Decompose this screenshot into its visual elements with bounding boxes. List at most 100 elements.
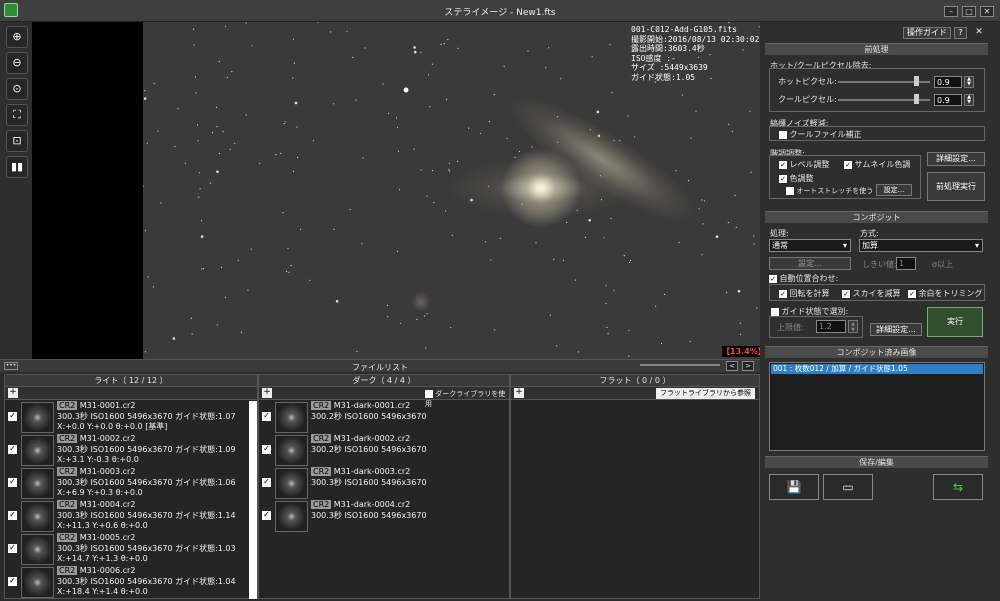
star (433, 201, 435, 204)
file-checkbox[interactable]: ✓ (262, 511, 271, 520)
transfer-icon[interactable]: ⇆ (933, 474, 983, 500)
add-dark-button[interactable]: + (262, 388, 272, 398)
file-text: CR2 M31-0003.cr2 300.3秒 ISO1600 5496x3670… (57, 467, 236, 499)
prev-icon[interactable]: < (726, 361, 738, 371)
compare-icon[interactable]: ▮▮ (6, 156, 28, 178)
flat-library-button[interactable]: フラットライブラリから参照 (656, 388, 755, 399)
file-item[interactable]: ✓ CR2 M31-dark-0002.cr2 300.2秒 ISO1600 549… (259, 434, 509, 467)
star (293, 62, 295, 64)
close-window-icon[interactable]: ✕ (980, 6, 994, 17)
star (749, 110, 751, 112)
file-name: M31-dark-0003.cr2 (333, 467, 411, 476)
star (218, 152, 220, 155)
file-checkbox[interactable]: ✓ (8, 511, 17, 520)
file-item[interactable]: ✓ CR2 M31-dark-0001.cr2 300.2秒 ISO1600 549… (259, 401, 509, 434)
method-select[interactable]: 加算 ▾ (859, 239, 983, 252)
preprocess-run-button[interactable]: 前処理実行 (927, 172, 985, 201)
rotate-checkbox[interactable]: ✓ (779, 289, 787, 298)
star (611, 91, 613, 93)
auto-align-checkbox[interactable]: ✓ (769, 274, 777, 283)
preprocess-title: 前処理 (765, 43, 988, 55)
star (545, 67, 547, 69)
star (750, 171, 752, 173)
cool-pixel-value[interactable]: 0.9 (934, 94, 962, 106)
minimize-icon[interactable]: – (944, 6, 958, 17)
rotate-option[interactable]: ✓ 回転を計算 (779, 288, 830, 299)
cool-spin-icon[interactable]: ▲ ▼ (964, 94, 974, 106)
color-option[interactable]: ✓ 色調整 (779, 173, 814, 184)
file-checkbox[interactable]: ✓ (262, 412, 271, 421)
star (488, 121, 490, 123)
auto-stretch-checkbox[interactable] (786, 187, 794, 195)
star (420, 169, 422, 171)
auto-align-option[interactable]: ✓ 自動位置合わせ: (769, 273, 838, 284)
panel-close-icon[interactable]: ✕ (973, 27, 985, 39)
fit-window-icon[interactable]: ⛶ (6, 104, 28, 126)
star (144, 90, 146, 92)
hot-pixel-thumb[interactable] (914, 76, 919, 86)
upper-value[interactable]: 1.2 (816, 320, 846, 333)
add-light-button[interactable]: + (8, 388, 18, 398)
thumb-size-slider[interactable] (640, 364, 720, 366)
thumb-color-checkbox[interactable]: ✓ (844, 160, 852, 169)
trim-checkbox[interactable]: ✓ (908, 289, 916, 298)
auto-stretch-option[interactable]: オートストレッチを使う (786, 186, 873, 196)
file-item[interactable]: ✓ CR2 M31-0006.cr2 300.3秒 ISO1600 5496x367… (5, 566, 257, 599)
window-icon[interactable]: ▭ (823, 474, 873, 500)
add-flat-button[interactable]: + (514, 388, 524, 398)
star (425, 347, 427, 349)
cool-file-checkbox[interactable] (779, 130, 787, 139)
file-checkbox[interactable]: ✓ (8, 412, 17, 421)
zoom-actual-icon[interactable]: ⊙ (6, 78, 28, 100)
sky-option[interactable]: ✓ スカイを減算 (842, 288, 901, 299)
file-item[interactable]: ✓ CR2 M31-0001.cr2 300.3秒 ISO1600 5496x367… (5, 401, 257, 434)
upper-spin-icon[interactable]: ▲ ▼ (848, 320, 858, 333)
star (197, 140, 199, 142)
color-checkbox[interactable]: ✓ (779, 174, 787, 183)
file-checkbox[interactable]: ✓ (8, 478, 17, 487)
star (413, 46, 416, 49)
guide-select-checkbox[interactable] (771, 307, 779, 316)
composite-detail-button[interactable]: 詳細設定... (870, 323, 922, 336)
composited-item[interactable]: 001 : 枚数012 / 加算 / ガイド状態1.05 (771, 364, 983, 374)
threshold-value[interactable]: 1 (896, 257, 916, 270)
guide-button[interactable]: 操作ガイド (903, 27, 951, 39)
fit-frame-icon[interactable]: ⊡ (6, 130, 28, 152)
tool-bar: ⊕ ⊖ ⊙ ⛶ ⊡ ▮▮ (0, 22, 32, 358)
tone-settings-button[interactable]: 設定... (876, 184, 912, 196)
sky-checkbox[interactable]: ✓ (842, 289, 850, 298)
level-checkbox[interactable]: ✓ (779, 160, 787, 169)
file-item[interactable]: ✓ CR2 M31-0005.cr2 300.3秒 ISO1600 5496x367… (5, 533, 257, 566)
process-select[interactable]: 通常 ▾ (769, 239, 851, 252)
cool-file-option[interactable]: クールファイル補正 (779, 129, 862, 140)
maximize-icon[interactable]: □ (962, 6, 976, 17)
composite-run-button[interactable]: 実行 (927, 307, 983, 337)
help-button[interactable]: ? (954, 27, 967, 39)
file-item[interactable]: ✓ CR2 M31-0004.cr2 300.3秒 ISO1600 5496x367… (5, 500, 257, 533)
level-option[interactable]: ✓ レベル調整 (779, 159, 830, 170)
cool-pixel-thumb[interactable] (914, 94, 919, 104)
preprocess-detail-button[interactable]: 詳細設定... (927, 152, 985, 166)
file-checkbox[interactable]: ✓ (8, 577, 17, 586)
dark-library-checkbox[interactable] (425, 390, 433, 398)
star (451, 234, 453, 236)
light-scrollbar[interactable] (249, 401, 257, 599)
file-item[interactable]: ✓ CR2 M31-dark-0004.cr2 300.3秒 ISO1600 549… (259, 500, 509, 533)
thumb-color-option[interactable]: ✓ サムネイル色調 (844, 159, 910, 170)
composite-settings-button[interactable]: 設定... (769, 257, 851, 270)
file-item[interactable]: ✓ CR2 M31-dark-0003.cr2 300.3秒 ISO1600 549… (259, 467, 509, 500)
file-checkbox[interactable]: ✓ (262, 445, 271, 454)
file-item[interactable]: ✓ CR2 M31-0003.cr2 300.3秒 ISO1600 5496x367… (5, 467, 257, 500)
file-checkbox[interactable]: ✓ (8, 445, 17, 454)
zoom-in-icon[interactable]: ⊕ (6, 26, 28, 48)
zoom-out-icon[interactable]: ⊖ (6, 52, 28, 74)
hot-spin-icon[interactable]: ▲ ▼ (964, 76, 974, 88)
save-icon[interactable]: 💾 (769, 474, 819, 500)
file-checkbox[interactable]: ✓ (8, 544, 17, 553)
file-item[interactable]: ✓ CR2 M31-0002.cr2 300.3秒 ISO1600 5496x367… (5, 434, 257, 467)
trim-option[interactable]: ✓ 余白をトリミング (908, 288, 983, 299)
file-checkbox[interactable]: ✓ (262, 478, 271, 487)
hot-pixel-value[interactable]: 0.9 (934, 76, 962, 88)
next-icon[interactable]: > (742, 361, 754, 371)
star (245, 114, 247, 116)
